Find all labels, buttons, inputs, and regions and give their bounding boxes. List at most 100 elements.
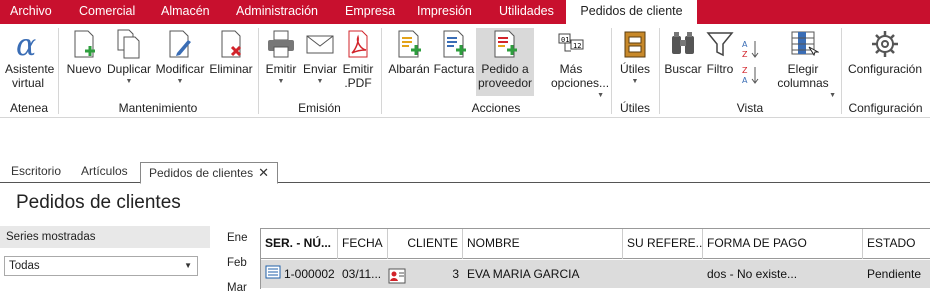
table-row[interactable]: 1-000002 03/11... 3 EVA MARIA GARCIA dos… — [261, 260, 930, 288]
cell-referencia — [623, 260, 703, 288]
cell-nombre: EVA MARIA GARCIA — [467, 267, 580, 281]
utiles-label: Útiles — [619, 62, 650, 76]
eliminar-button[interactable]: Eliminar — [208, 28, 254, 76]
modificar-label: Modificar — [155, 62, 205, 76]
cell-forma-pago: dos - No existe... — [707, 267, 798, 281]
duplicar-label: Duplicar — [106, 62, 151, 76]
factura-label: Factura — [433, 62, 475, 76]
menu-impresion[interactable]: Impresión — [411, 0, 478, 24]
cell-fecha: 03/11... — [342, 267, 382, 281]
mas-opciones-button[interactable]: 01 12 Más opciones... ▼ — [536, 28, 610, 99]
month-ene[interactable]: Ene — [227, 232, 247, 244]
tab-escritorio[interactable]: Escritorio — [3, 162, 69, 183]
svg-text:01: 01 — [561, 36, 569, 44]
printer-icon — [268, 30, 294, 58]
order-number: 1-000002 — [284, 267, 335, 281]
duplicate-icon — [117, 29, 140, 59]
albaran-button[interactable]: Albarán — [386, 28, 432, 76]
table-header: SER. - NÚ... FECHA CLIENTE NOMBRE SU REF… — [261, 229, 930, 259]
utiles-button[interactable]: Útiles ▼ — [617, 28, 653, 86]
buscar-button[interactable]: Buscar — [664, 28, 702, 76]
asistente-virtual-label: Asistente virtual — [5, 62, 55, 90]
nuevo-label: Nuevo — [66, 62, 102, 76]
group-label-mantenimiento: Mantenimiento — [118, 101, 198, 115]
elegir-columnas-label: Elegir columnas — [777, 62, 829, 90]
tab-articulos[interactable]: Artículos — [73, 162, 136, 183]
enviar-button[interactable]: Enviar ▼ — [301, 28, 339, 86]
chevron-down-icon: ▼ — [277, 78, 285, 85]
chevron-down-icon: ▼ — [631, 78, 639, 85]
svg-text:α: α — [16, 28, 36, 60]
menu-pedidos-de-cliente[interactable]: Pedidos de cliente — [566, 0, 697, 24]
svg-text:Z: Z — [742, 66, 748, 75]
menu-comercial[interactable]: Comercial — [73, 0, 141, 24]
eliminar-label: Eliminar — [209, 62, 253, 76]
client-code: 3 — [452, 267, 459, 281]
column-header-estado[interactable]: ESTADO — [863, 229, 930, 259]
asistente-virtual-button[interactable]: α Asistente virtual — [3, 28, 55, 90]
emitir-pdf-button[interactable]: Emitir .PDF — [340, 28, 376, 90]
atenea-icon: α — [16, 28, 36, 60]
delete-document-icon — [221, 30, 242, 58]
series-select-value: Todas — [9, 260, 40, 272]
column-header-referencia[interactable]: SU REFERE... — [623, 229, 703, 259]
series-header: Series mostradas — [0, 226, 210, 248]
group-label-vista: Vista — [736, 101, 764, 115]
purchase-order-icon — [494, 30, 517, 58]
filtro-button[interactable]: Filtro — [704, 28, 736, 76]
modificar-button[interactable]: Modificar ▼ — [154, 28, 206, 86]
menu-administracion[interactable]: Administración — [230, 0, 324, 24]
emitir-button[interactable]: Emitir ▼ — [262, 28, 300, 86]
menu-archivo[interactable]: Archivo — [4, 0, 58, 24]
column-header-nombre[interactable]: NOMBRE — [463, 229, 623, 259]
chevron-down-icon: ▼ — [176, 78, 184, 85]
column-header-fecha[interactable]: FECHA — [338, 229, 388, 259]
month-feb[interactable]: Feb — [227, 257, 247, 269]
chevron-down-icon: ▼ — [125, 78, 133, 85]
emitir-label: Emitir — [265, 62, 297, 76]
emitir-pdf-label: Emitir .PDF — [342, 62, 374, 90]
column-header-numero[interactable]: SER. - NÚ... — [261, 229, 338, 259]
buscar-label: Buscar — [664, 62, 702, 76]
chevron-down-icon: ▼ — [316, 78, 324, 85]
elegir-columnas-button[interactable]: Elegir columnas ▼ — [770, 28, 836, 99]
month-mar[interactable]: Mar — [227, 282, 247, 294]
tab-pedidos-de-clientes[interactable]: Pedidos de clientes ✕ — [140, 162, 278, 184]
more-options-icon: 01 12 — [558, 33, 584, 52]
toolbox-icon — [624, 31, 646, 58]
group-label-atenea: Atenea — [9, 101, 49, 115]
filtro-label: Filtro — [706, 62, 734, 76]
svg-text:A: A — [742, 76, 748, 85]
sort-ascending-icon[interactable]: AZ — [742, 38, 762, 60]
factura-button[interactable]: Factura — [433, 28, 475, 76]
albaran-document-icon — [398, 30, 421, 58]
pdf-icon — [348, 30, 368, 58]
group-label-utiles: Útiles — [619, 101, 650, 115]
tab-label: Pedidos de clientes — [149, 166, 254, 180]
close-icon[interactable]: ✕ — [258, 165, 269, 180]
orders-table: SER. - NÚ... FECHA CLIENTE NOMBRE SU REF… — [260, 228, 930, 289]
document-tabs: Escritorio Artículos Pedidos de clientes… — [0, 160, 930, 184]
cell-estado: Pendiente — [867, 267, 922, 281]
column-header-forma-pago[interactable]: FORMA DE PAGO — [703, 229, 863, 259]
new-document-icon — [74, 30, 95, 58]
svg-text:Z: Z — [742, 50, 748, 59]
nuevo-button[interactable]: Nuevo — [64, 28, 104, 76]
configuracion-button[interactable]: Configuración — [846, 28, 924, 76]
albaran-label: Albarán — [388, 62, 430, 76]
series-select[interactable]: Todas ▼ — [4, 256, 198, 276]
menu-utilidades[interactable]: Utilidades — [493, 0, 560, 24]
sort-descending-icon[interactable]: ZA — [742, 64, 762, 86]
cell-cliente: 3 — [388, 260, 463, 288]
binoculars-icon — [672, 32, 694, 54]
menu-almacen[interactable]: Almacén — [155, 0, 216, 24]
document-list-icon — [265, 261, 281, 288]
menu-empresa[interactable]: Empresa — [339, 0, 401, 24]
pedido-a-proveedor-button[interactable]: Pedido a proveedor — [476, 28, 534, 96]
contact-card-icon — [388, 266, 406, 288]
group-label-emision: Emisión — [298, 101, 341, 115]
mas-opciones-label: Más opciones... — [551, 62, 610, 90]
duplicar-button[interactable]: Duplicar ▼ — [105, 28, 153, 86]
edit-document-icon — [169, 30, 191, 58]
column-header-cliente[interactable]: CLIENTE — [388, 229, 463, 259]
